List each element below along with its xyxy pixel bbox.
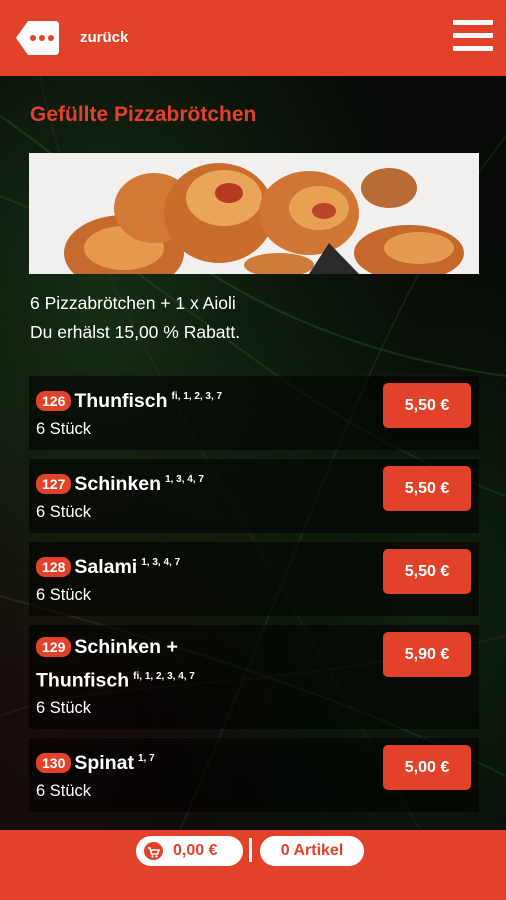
item-title: 130 Spinat 1, 7 <box>36 744 155 778</box>
menu-item[interactable]: 130 Spinat 1, 7 6 Stück 5,00 € <box>29 737 479 812</box>
price-button[interactable]: 5,50 € <box>383 466 471 511</box>
item-name: Schinken + <box>74 635 178 658</box>
menu-item[interactable]: 127 Schinken 1, 3, 4, 7 6 Stück 5,50 € <box>29 458 479 533</box>
item-number-badge: 128 <box>36 557 72 578</box>
item-title: 127 Schinken 1, 3, 4, 7 <box>36 465 204 499</box>
item-number-badge: 129 <box>36 636 72 657</box>
item-allergens: 1, 3, 4, 7 <box>165 474 204 485</box>
item-allergens: fi, 1, 2, 3, 7 <box>171 391 223 402</box>
menu-item[interactable]: 128 Salami 1, 3, 4, 7 6 Stück 5,50 € <box>29 541 479 616</box>
item-name: Spinat <box>74 752 134 775</box>
category-description: 6 Pizzabrötchen + 1 x Aioli Du erhälst 1… <box>30 289 240 347</box>
item-quantity: 6 Stück <box>36 420 92 438</box>
price-button[interactable]: 5,00 € <box>383 745 471 790</box>
top-bar: zurück <box>0 0 506 76</box>
item-title: 126 Thunfisch fi, 1, 2, 3, 7 <box>36 382 222 416</box>
category-image <box>29 153 479 274</box>
item-name: Thunfisch <box>74 390 168 413</box>
description-line-1: 6 Pizzabrötchen + 1 x Aioli <box>30 293 236 313</box>
item-title-line-2: Thunfisch fi, 1, 2, 3, 4, 7 <box>36 662 195 696</box>
cart-total: 0,00 € <box>173 842 218 859</box>
page-title: Gefüllte Pizzabrötchen <box>30 103 257 126</box>
footer-separator <box>249 838 252 862</box>
item-quantity: 6 Stück <box>36 699 92 717</box>
back-button[interactable] <box>14 19 61 57</box>
price-button[interactable]: 5,50 € <box>383 383 471 428</box>
description-line-2: Du erhälst 15,00 % Rabatt. <box>30 322 241 342</box>
cart-icon <box>144 842 163 860</box>
menu-item[interactable]: 126 Thunfisch fi, 1, 2, 3, 7 6 Stück 5,50 … <box>29 375 479 450</box>
back-label[interactable]: zurück <box>80 29 128 46</box>
item-number-badge: 127 <box>36 474 72 495</box>
price-button[interactable]: 5,90 € <box>383 632 471 677</box>
item-quantity: 6 Stück <box>36 586 92 604</box>
item-number-badge: 130 <box>36 753 72 774</box>
price-button[interactable]: 5,50 € <box>383 549 471 594</box>
bottom-bar: 0,00 € 0 Artikel <box>0 830 506 900</box>
hamburger-menu-icon[interactable] <box>453 20 493 54</box>
article-count-button[interactable]: 0 Artikel <box>260 836 364 866</box>
item-allergens: 1, 3, 4, 7 <box>141 557 181 568</box>
cart-button[interactable]: 0,00 € <box>136 836 243 866</box>
item-quantity: 6 Stück <box>36 503 92 521</box>
item-title: 129 Schinken + <box>36 631 178 662</box>
menu-item[interactable]: 129 Schinken + Thunfisch fi, 1, 2, 3, 4, 7… <box>29 624 479 729</box>
item-allergens: 1, 7 <box>137 753 155 764</box>
item-name: Schinken <box>74 473 162 496</box>
item-name-line-2: Thunfisch <box>36 669 130 692</box>
item-name: Salami <box>74 556 138 579</box>
dots-back-icon <box>16 21 59 55</box>
item-title: 128 Salami 1, 3, 4, 7 <box>36 548 180 582</box>
item-quantity: 6 Stück <box>36 782 92 800</box>
item-allergens: fi, 1, 2, 3, 4, 7 <box>133 671 195 682</box>
item-number-badge: 126 <box>36 391 72 412</box>
